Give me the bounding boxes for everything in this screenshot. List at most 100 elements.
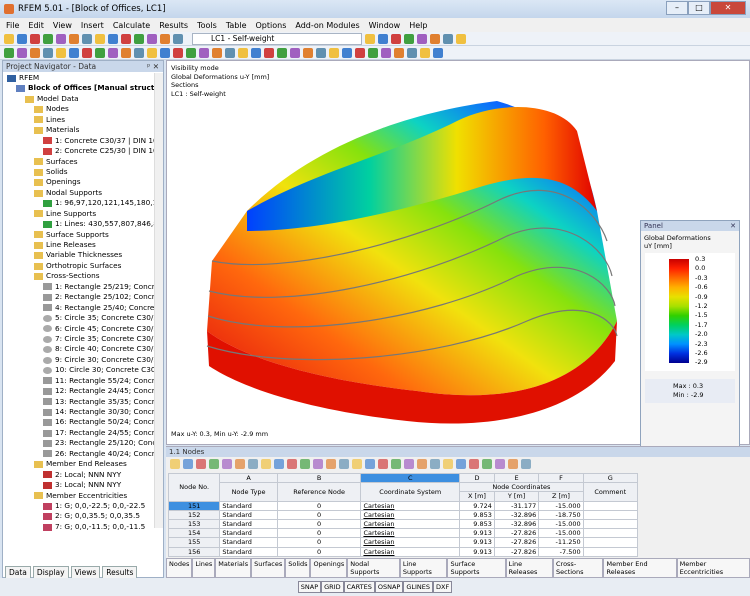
menu-edit[interactable]: Edit (28, 21, 44, 30)
toolbar-button-icon[interactable] (147, 47, 157, 58)
toolbar-button-icon[interactable] (17, 33, 27, 44)
cell[interactable]: Cartesian (360, 528, 461, 539)
status-osnap[interactable]: OSNAP (374, 581, 404, 593)
cell[interactable]: -15.000 (538, 500, 584, 511)
table-toolbar-icon[interactable] (274, 459, 284, 469)
tree-item[interactable]: 10: Circle 30; Concrete C30/37 (3, 365, 155, 375)
cell[interactable]: -27.826 (493, 528, 540, 539)
tree-item[interactable]: 1: Concrete C30/37 | DIN 1045 (3, 136, 155, 146)
cell[interactable]: -15.000 (538, 528, 584, 539)
tree-item[interactable]: Member Eccentricities (3, 491, 155, 501)
tree-item[interactable]: Surface Supports (3, 230, 155, 240)
table-row[interactable]: 155 Standard 0 Cartesian 9.913 -27.826 -11.250 (167, 537, 639, 548)
cell[interactable]: Cartesian (360, 509, 461, 520)
cell[interactable]: 9.913 (459, 528, 495, 539)
menu-tools[interactable]: Tools (197, 21, 217, 30)
tree-item[interactable]: 4: Rectangle 25/40; Concrete (3, 303, 155, 313)
status-grid[interactable]: GRID (321, 581, 344, 593)
load-case-select[interactable]: LC1 - Self-weight (192, 32, 362, 45)
table-tab-materials[interactable]: Materials (215, 558, 252, 578)
status-snap[interactable]: SNAP (297, 581, 322, 593)
toolbar-button-icon[interactable] (368, 47, 378, 58)
tree-item[interactable]: 7: G; 0,0,-11.5; 0,0,-11.5 (3, 522, 155, 532)
tree-item[interactable]: 23: Rectangle 25/120; Concret (3, 438, 155, 448)
table-toolbar-icon[interactable] (248, 459, 258, 469)
toolbar-button-icon[interactable] (160, 47, 170, 58)
toolbar-button-icon[interactable] (329, 47, 339, 58)
toolbar-button-icon[interactable] (56, 33, 66, 44)
table-row[interactable]: 151 Standard 0 Cartesian 9.724 -31.177 -15.000 (167, 500, 639, 511)
toolbar-button-icon[interactable] (225, 47, 235, 58)
toolbar-button-icon[interactable] (82, 33, 92, 44)
toolbar-button-icon[interactable] (43, 33, 53, 44)
cell[interactable]: 0 (276, 518, 362, 530)
tree-item[interactable]: 5: Circle 35; Concrete C30/37 (3, 313, 155, 323)
tree-item[interactable]: 2: Local; NNN NYY (3, 470, 155, 480)
cell[interactable]: 9.724 (459, 500, 495, 511)
tree-item[interactable]: 1: G; 0,0,-22.5; 0,0,-22.5 (3, 501, 155, 511)
col-letter-G[interactable]: G (582, 472, 639, 484)
table-row[interactable]: 152 Standard 0 Cartesian 9.853 -32.896 -18.750 (167, 509, 639, 520)
tree-item[interactable]: Model Data (3, 94, 155, 104)
tree-item[interactable]: 13: Rectangle 35/35; Concrete (3, 397, 155, 407)
cell[interactable]: -11.250 (538, 537, 584, 548)
table-tab-nodes[interactable]: Nodes (166, 558, 193, 578)
toolbar-button-icon[interactable] (277, 47, 287, 58)
cell[interactable]: 154 (167, 528, 221, 539)
table-toolbar-icon[interactable] (443, 459, 453, 469)
toolbar-button-icon[interactable] (316, 47, 326, 58)
status-glines[interactable]: GLINES (403, 581, 434, 593)
table-toolbar-icon[interactable] (365, 459, 375, 469)
table-tab-surfaces[interactable]: Surfaces (251, 558, 286, 578)
tree-item[interactable]: Orthotropic Surfaces (3, 261, 155, 271)
toolbar-button-icon[interactable] (404, 33, 414, 44)
tree-item[interactable]: Cross-Sections (3, 271, 155, 281)
tree-item[interactable]: 1: Rectangle 25/219; Concrete (3, 282, 155, 292)
comment-cell[interactable] (582, 528, 639, 539)
close-icon[interactable]: ✕ (730, 221, 736, 231)
cell[interactable]: Standard (219, 500, 278, 511)
table-tab-member-eccentricities[interactable]: Member Eccentricities (676, 558, 750, 578)
tree-item[interactable]: Openings (3, 177, 155, 187)
cell[interactable]: Standard (219, 537, 278, 548)
toolbar-button-icon[interactable] (407, 47, 417, 58)
cell[interactable]: -27.826 (493, 537, 540, 548)
col-letter-B[interactable]: B (276, 472, 362, 484)
toolbar-button-icon[interactable] (433, 47, 443, 58)
tree-item[interactable]: RFEM (3, 73, 155, 83)
toolbar-button-icon[interactable] (378, 33, 388, 44)
tree-item[interactable]: Variable Thicknesses (3, 250, 155, 260)
toolbar-button-icon[interactable] (147, 33, 157, 44)
table-tab-lines[interactable]: Lines (192, 558, 216, 578)
table-toolbar-icon[interactable] (469, 459, 479, 469)
toolbar-button-icon[interactable] (251, 47, 261, 58)
cell[interactable]: Standard (219, 518, 278, 530)
table-tab-openings[interactable]: Openings (310, 558, 348, 578)
table-toolbar-icon[interactable] (235, 459, 245, 469)
toolbar-button-icon[interactable] (290, 47, 300, 58)
table-toolbar-icon[interactable] (183, 459, 193, 469)
cell[interactable]: 152 (167, 509, 221, 520)
menu-add-on-modules[interactable]: Add-on Modules (295, 21, 359, 30)
toolbar-button-icon[interactable] (443, 33, 453, 44)
cell[interactable]: -18.750 (538, 509, 584, 520)
table-row[interactable]: 153 Standard 0 Cartesian 9.853 -32.896 -15.000 (167, 518, 639, 530)
tree-item[interactable]: Lines (3, 115, 155, 125)
table-toolbar-icon[interactable] (352, 459, 362, 469)
toolbar-button-icon[interactable] (95, 33, 105, 44)
tree-item[interactable]: 11: Rectangle 55/24; Concrete (3, 376, 155, 386)
tree-item[interactable]: 7: Circle 35; Concrete C30/37 (3, 334, 155, 344)
cell[interactable]: 0 (276, 500, 362, 511)
table-toolbar-icon[interactable] (378, 459, 388, 469)
tree-item[interactable]: Line Supports (3, 209, 155, 219)
menu-results[interactable]: Results (159, 21, 188, 30)
table-toolbar-icon[interactable] (456, 459, 466, 469)
cell[interactable]: 0 (276, 546, 362, 557)
table-toolbar-icon[interactable] (209, 459, 219, 469)
tree-item[interactable]: Nodes (3, 104, 155, 114)
toolbar-button-icon[interactable] (342, 47, 352, 58)
toolbar-button-icon[interactable] (69, 33, 79, 44)
tree-item[interactable]: 2: G; 0,0,35.5; 0,0,35.5 (3, 511, 155, 521)
close-icon[interactable]: ᵖ ✕ (147, 61, 159, 72)
table-toolbar-icon[interactable] (417, 459, 427, 469)
